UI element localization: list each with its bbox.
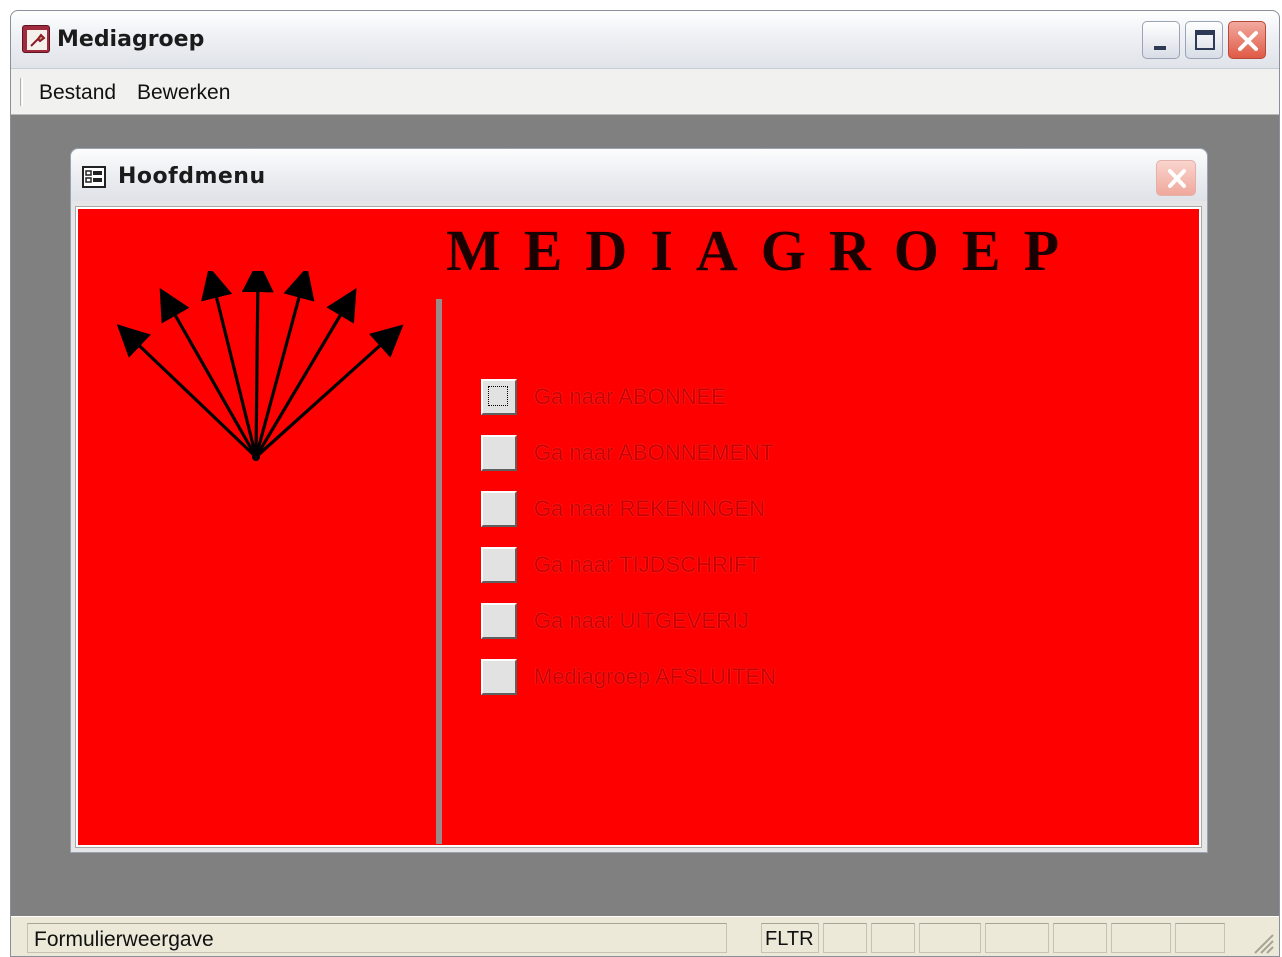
menu-row-tijdschrift[interactable]: Ga naar TIJDSCHRIFT xyxy=(481,547,881,583)
menu-row-abonnee[interactable]: Ga naar ABONNEE xyxy=(481,379,881,415)
close-button[interactable] xyxy=(1228,21,1266,59)
status-cell xyxy=(871,923,915,953)
access-key-icon[interactable] xyxy=(22,25,50,53)
menu-row-uitgeverij[interactable]: Ga naar UITGEVERIJ xyxy=(481,603,881,639)
status-cell xyxy=(1175,923,1225,953)
status-cell xyxy=(1111,923,1171,953)
minimize-button[interactable] xyxy=(1142,21,1180,59)
status-cell xyxy=(985,923,1049,953)
app-title: Mediagroep xyxy=(57,27,205,52)
hoofdmenu-title: Hoofdmenu xyxy=(118,164,266,189)
menubar-grip[interactable] xyxy=(20,78,23,106)
menu-button-uitgeverij[interactable] xyxy=(481,603,517,639)
statusbar: Formulierweergave FLTR xyxy=(11,916,1279,956)
form-heading: MEDIAGROEP xyxy=(446,218,1082,283)
hoofdmenu-close-button[interactable] xyxy=(1156,160,1196,196)
menu-button-tijdschrift[interactable] xyxy=(481,547,517,583)
status-cell xyxy=(823,923,867,953)
menu-label-rekeningen[interactable]: Ga naar REKENINGEN xyxy=(534,496,765,522)
menu-label-afsluiten[interactable]: Mediagroep AFSLUITEN xyxy=(534,664,776,690)
maximize-button[interactable] xyxy=(1185,21,1223,59)
menu-button-abonnee[interactable] xyxy=(481,379,517,415)
menu-label-abonnement[interactable]: Ga naar ABONNEMENT xyxy=(534,440,774,466)
hoofdmenu-window: Hoofdmenu MEDIAGROEP Ga naar ABONNEE Ga … xyxy=(70,148,1208,853)
resize-grip-icon[interactable] xyxy=(1249,929,1275,955)
menu-label-uitgeverij[interactable]: Ga naar UITGEVERIJ xyxy=(534,608,749,634)
form-icon xyxy=(82,166,106,192)
menu-button-rekeningen[interactable] xyxy=(481,491,517,527)
app-titlebar[interactable]: Mediagroep xyxy=(11,11,1279,69)
menu-row-afsluiten[interactable]: Mediagroep AFSLUITEN xyxy=(481,659,881,695)
menubar: Bestand Bewerken xyxy=(11,69,1279,115)
menu-bewerken[interactable]: Bewerken xyxy=(137,81,230,105)
vertical-divider xyxy=(436,299,442,844)
menu-button-abonnement[interactable] xyxy=(481,435,517,471)
status-cell xyxy=(919,923,981,953)
form-body: MEDIAGROEP Ga naar ABONNEE Ga naar ABONN… xyxy=(75,206,1202,848)
app-window: Mediagroep Bestand Bewerken Hoofdmenu ME… xyxy=(10,10,1280,957)
menu-row-abonnement[interactable]: Ga naar ABONNEMENT xyxy=(481,435,881,471)
menu-label-tijdschrift[interactable]: Ga naar TIJDSCHRIFT xyxy=(534,552,761,578)
menu-button-afsluiten[interactable] xyxy=(481,659,517,695)
menu-label-abonnee[interactable]: Ga naar ABONNEE xyxy=(534,384,726,410)
arrows-logo xyxy=(116,271,404,461)
status-mode: Formulierweergave xyxy=(27,923,727,953)
hoofdmenu-titlebar[interactable]: Hoofdmenu xyxy=(71,149,1207,201)
status-cell xyxy=(1053,923,1107,953)
menu-bestand[interactable]: Bestand xyxy=(39,81,116,105)
menu-row-rekeningen[interactable]: Ga naar REKENINGEN xyxy=(481,491,881,527)
status-filter-indicator: FLTR xyxy=(761,923,819,953)
